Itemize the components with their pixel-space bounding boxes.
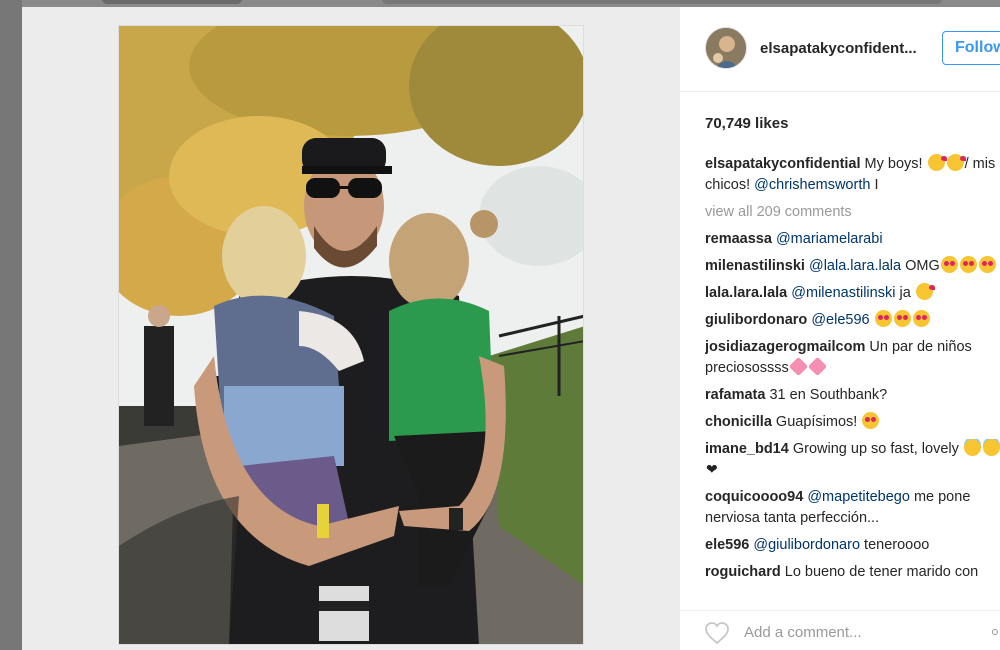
view-all-comments-link[interactable]: view all 209 comments [705,202,1000,223]
avatar[interactable] [705,27,747,69]
caption-text: My boys! [860,156,927,172]
black-heart-emoji-icon [706,459,720,480]
comment-item: remaassa @mariamelarabi [705,229,1000,250]
comment-mention[interactable]: @giulibordonaro [753,537,860,553]
caption: elsapatakyconfidential My boys! / mis ch… [705,154,1000,196]
comment-item: chonicilla Guapísimos! [705,412,1000,433]
comment-username[interactable]: milenastilinski [705,258,805,274]
heart-eyes-emoji-icon [959,256,977,273]
comment-footer [680,610,1000,650]
comment-text: Growing up so fast, lovely [788,441,963,457]
comment-username[interactable]: lala.lara.lala [705,285,787,301]
comment-text: OMG [901,258,940,274]
post-photo[interactable] [118,25,584,645]
photo-illustration [119,26,583,644]
heart-eyes-emoji-icon [893,310,911,327]
kiss-emoji-icon [927,154,947,171]
heart-outline-icon[interactable] [704,621,730,645]
comment-username[interactable]: josidiazagerogmailcom [705,339,865,355]
comment-item: ele596 @giulibordonaro teneroooo [705,535,1000,556]
backdrop-blur-shape [382,0,942,4]
comment-username[interactable]: ele596 [705,537,749,553]
comment-text: Guapísimos! [771,414,862,430]
kiss-emoji-icon [946,154,966,171]
photo-panel [22,7,680,650]
caption-tail: I [870,177,879,193]
follow-button[interactable]: Follow [942,31,1000,65]
backdrop-blur-shape [102,0,242,4]
kiss-emoji-icon [915,283,935,300]
comment-item: milenastilinski @lala.lara.lala OMG [705,256,1000,277]
heart-eyes-emoji-icon [874,310,892,327]
comment-item: roguichard Lo bueno de tener marido con [705,562,1000,580]
comment-username[interactable]: rafamata [705,387,765,403]
modal-backdrop-left[interactable] [0,0,22,650]
comment-mention[interactable]: @ele596 [811,312,869,328]
comment-mention[interactable]: @mapetitebego [807,489,910,505]
likes-count[interactable]: 70,749 likes [705,115,788,132]
heart-eyes-emoji-icon [940,256,958,273]
comment-username[interactable]: chonicilla [705,414,772,430]
gift-heart-emoji-icon [788,356,808,377]
sparkling-heart-emoji-icon [807,356,827,377]
comment-username[interactable]: giulibordonaro [705,312,807,328]
avatar-image [706,28,746,68]
comment-item: rafamata 31 en Southbank? [705,385,1000,406]
comment-username[interactable]: remaassa [705,231,772,247]
more-options-icon[interactable] [992,629,998,635]
add-comment-input[interactable] [744,619,984,645]
comment-mention[interactable]: @mariamelarabi [776,231,883,247]
comment-username[interactable]: coquicoooo94 [705,489,803,505]
halo-emoji-icon [963,439,981,456]
caption-mention[interactable]: @chrishemsworth [754,177,870,193]
post-header: elsapatakyconfident... Follow [680,7,1000,92]
comment-username[interactable]: roguichard [705,564,781,580]
modal-backdrop-top[interactable] [22,0,1000,7]
comment-text: ja [895,285,915,301]
caption-username[interactable]: elsapatakyconfidential [705,156,861,172]
comment-text: 31 en Southbank? [765,387,888,403]
comment-text [870,312,874,328]
post-username[interactable]: elsapatakyconfident... [760,40,930,57]
halo-emoji-icon [982,439,1000,456]
comment-item: josidiazagerogmailcom Un par de niños pr… [705,337,1000,379]
heart-eyes-emoji-icon [912,310,930,327]
comment-mention[interactable]: @lala.lara.lala [809,258,901,274]
comment-item: giulibordonaro @ele596 [705,310,1000,331]
comment-text: teneroooo [860,537,930,553]
comment-mention[interactable]: @milenastilinski [791,285,895,301]
comment-item: imane_bd14 Growing up so fast, lovely [705,439,1000,481]
comment-item: lala.lara.lala @milenastilinski ja [705,283,1000,304]
post-sidebar: elsapatakyconfident... Follow 70,749 lik… [680,7,1000,650]
comment-username[interactable]: imane_bd14 [705,441,789,457]
comment-text: Lo bueno de tener marido con [780,564,979,580]
heart-eyes-emoji-icon [978,256,996,273]
comment-item: coquicoooo94 @mapetitebego me pone nervi… [705,487,1000,529]
heart-eyes-emoji-icon [862,412,880,429]
comments-list: elsapatakyconfidential My boys! / mis ch… [705,154,1000,586]
